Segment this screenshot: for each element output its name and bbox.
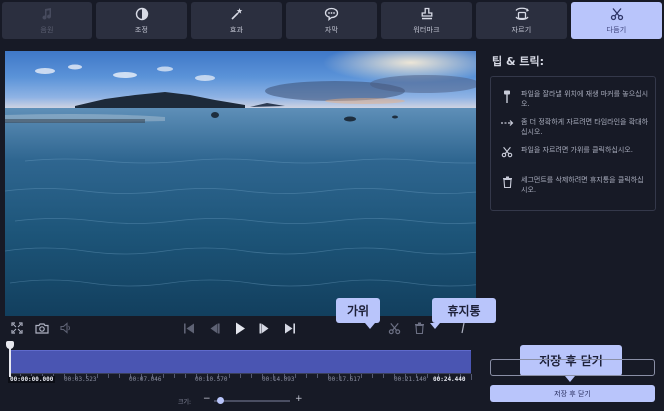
playhead-handle[interactable] <box>6 341 14 349</box>
zoom-slider-handle[interactable] <box>217 397 225 404</box>
timeline-tick <box>119 374 120 378</box>
camera-icon <box>35 323 49 334</box>
timeline-tick-label: 00:07.046 <box>129 376 162 383</box>
tab-subtitles[interactable]: 자막 <box>286 2 377 39</box>
speech-bubble-icon <box>324 6 340 22</box>
trash-icon <box>499 175 515 195</box>
fullscreen-icon <box>11 322 23 334</box>
stamp-icon <box>419 6 435 22</box>
tab-trim[interactable]: 다듬기 <box>571 2 662 39</box>
scissors-button[interactable] <box>386 321 402 335</box>
timeline-tick <box>471 374 472 380</box>
zoom-in-button[interactable]: + <box>295 394 303 404</box>
tab-crop[interactable]: 자르기 <box>476 2 567 39</box>
timeline-tick <box>163 374 164 378</box>
timeline-tick <box>185 374 186 378</box>
tip-item: 좀 더 정확하게 자르려면 타임라인을 확대하십시오. <box>499 117 649 137</box>
scissors-icon <box>609 6 625 22</box>
timeline-tick <box>108 374 109 378</box>
contrast-icon <box>134 6 150 22</box>
timeline-tick-label: 00:14.093 <box>262 376 295 383</box>
timeline-tick-label: 00:10.570 <box>195 376 228 383</box>
current-time: 00:00:00.000 <box>8 376 56 383</box>
zoom-out-button[interactable]: − <box>203 394 211 404</box>
marker-pin-icon <box>461 322 465 334</box>
go-to-start-button[interactable] <box>182 321 196 335</box>
play-button[interactable] <box>232 320 248 336</box>
scissors-icon <box>388 322 400 334</box>
timeline-tick <box>317 374 318 378</box>
tab-adjust[interactable]: 조정 <box>96 2 187 39</box>
volume-button[interactable] <box>59 321 73 335</box>
tips-panel: 파일을 잘라낼 위치에 재생 마커를 놓으십시오. 좀 더 정확하게 자르려면 … <box>490 76 656 211</box>
timeline-tick-label: 00:21.140 <box>394 376 427 383</box>
marker-pin-icon <box>499 89 515 109</box>
tip-item: 파일을 자르려면 가위를 클릭하십시오. <box>499 145 649 158</box>
timeline-tick <box>295 374 296 378</box>
crop-icon <box>514 6 530 22</box>
trash-callout: 휴지통 <box>430 298 496 329</box>
timeline-tick <box>306 374 307 378</box>
tip-item: 세그먼트를 삭제하려면 휴지통을 클릭하십시오. <box>499 175 649 195</box>
scissors-icon <box>499 145 515 158</box>
step-back-icon <box>210 323 220 333</box>
video-preview[interactable] <box>5 51 476 316</box>
tips-title: 팁 & 트릭: <box>492 55 545 68</box>
timeline-tick-label: 00:03.523 <box>64 376 97 383</box>
timeline-track[interactable] <box>9 350 471 373</box>
tab-bar: 음원 조정 효과 자막 워터마크 자르기 다듬기 <box>0 0 664 42</box>
fullscreen-button[interactable] <box>10 321 24 335</box>
timeline-tick <box>383 374 384 378</box>
tip-item: 파일을 잘라낼 위치에 재생 마커를 놓으십시오. <box>499 89 649 109</box>
next-frame-button[interactable] <box>258 321 272 335</box>
music-note-icon <box>39 6 55 22</box>
previous-frame-button[interactable] <box>207 321 221 335</box>
play-icon <box>236 322 245 334</box>
speaker-icon <box>60 322 70 334</box>
timeline-tick <box>427 374 428 378</box>
save-and-close-button[interactable]: 저장 후 닫기 <box>490 385 655 402</box>
tab-watermark[interactable]: 워터마크 <box>381 2 472 39</box>
tab-effects[interactable]: 효과 <box>191 2 282 39</box>
marker-button[interactable] <box>456 321 470 335</box>
timeline-tick <box>229 374 230 378</box>
timeline-tick-label: 00:17.617 <box>328 376 361 383</box>
go-to-end-button[interactable] <box>283 321 297 335</box>
tab-audio[interactable]: 음원 <box>2 2 92 39</box>
timeline-tick <box>97 374 98 378</box>
step-forward-icon <box>259 323 269 333</box>
snapshot-button[interactable] <box>34 321 50 335</box>
secondary-button[interactable] <box>490 359 655 376</box>
zoom-slider[interactable] <box>214 400 290 402</box>
timeline-tick <box>240 374 241 378</box>
timeline-tick <box>251 374 252 378</box>
zoom-label: 크기: <box>178 399 192 406</box>
skip-start-icon <box>184 323 194 333</box>
timeline-tick <box>174 374 175 378</box>
trash-button[interactable] <box>412 321 426 335</box>
arrow-right-icon <box>499 117 515 137</box>
trash-icon <box>414 322 424 334</box>
skip-end-icon <box>285 323 295 333</box>
end-time: 00:24.440 <box>433 376 466 383</box>
scissors-callout: 가위 <box>336 298 380 329</box>
magic-wand-icon <box>229 6 245 22</box>
timeline-tick <box>361 374 362 378</box>
timeline-tick <box>372 374 373 378</box>
